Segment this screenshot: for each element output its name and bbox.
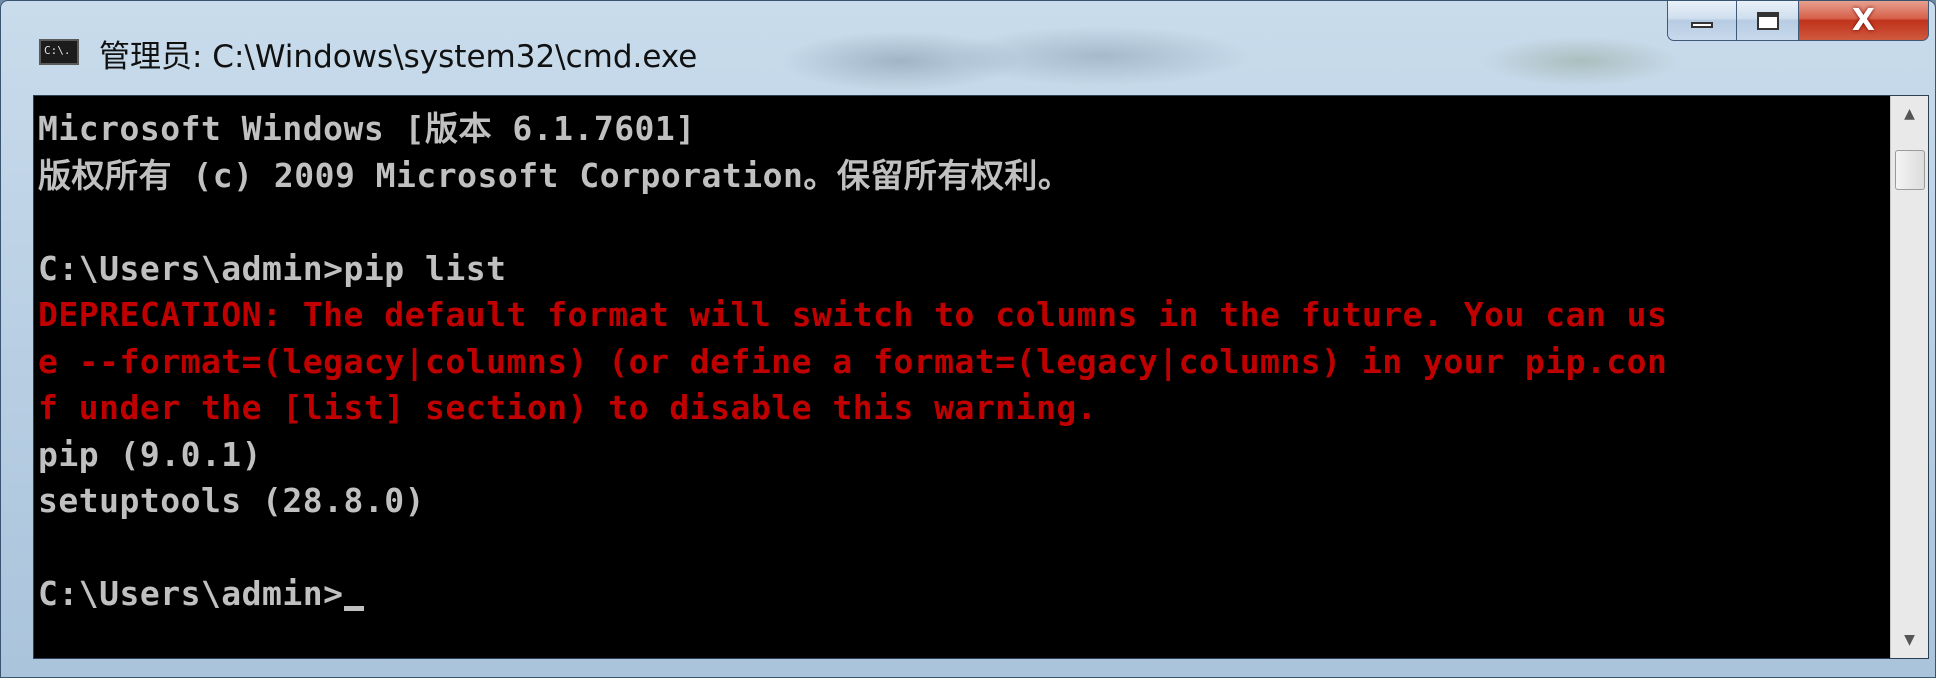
- title-bar[interactable]: C:\. 管理员: C:\Windows\system32\cmd.exe X: [1, 1, 1935, 95]
- maximize-button[interactable]: [1737, 1, 1799, 41]
- cmd-icon[interactable]: C:\.: [39, 39, 79, 65]
- console-line-text: C:\Users\admin>pip list: [38, 248, 507, 288]
- window-title: 管理员: C:\Windows\system32\cmd.exe: [99, 39, 698, 75]
- console-line: C:\Users\admin>: [38, 571, 1890, 618]
- cmd-window: C:\. 管理员: C:\Windows\system32\cmd.exe X …: [0, 0, 1936, 678]
- vertical-scrollbar[interactable]: ▲ ▼: [1890, 96, 1928, 658]
- console-line-text: C:\Users\admin>: [38, 574, 344, 613]
- console-line: f under the [list] section) to disable t…: [38, 385, 1890, 432]
- console-line-text: pip (9.0.1): [38, 434, 263, 474]
- close-button[interactable]: X: [1799, 1, 1929, 41]
- console-line: Microsoft Windows [版本 6.1.7601]: [38, 106, 1890, 153]
- scroll-down-button[interactable]: ▼: [1891, 622, 1928, 658]
- console-line: e --format=(legacy|columns) (or define a…: [38, 339, 1890, 386]
- caption-buttons: X: [1667, 1, 1929, 43]
- console-line-text: e --format=(legacy|columns) (or define a…: [38, 341, 1668, 381]
- console-line: C:\Users\admin>pip list: [38, 246, 1890, 293]
- scroll-up-button[interactable]: ▲: [1891, 96, 1928, 132]
- console-frame: Microsoft Windows [版本 6.1.7601] 版权所有 (c) …: [33, 95, 1929, 659]
- arrow-up-icon: ▲: [1904, 106, 1915, 122]
- close-icon: X: [1851, 3, 1876, 38]
- scrollbar-thumb[interactable]: [1895, 150, 1925, 190]
- arrow-down-icon: ▼: [1904, 632, 1915, 648]
- console-line-text: DEPRECATION: The default format will swi…: [38, 295, 1668, 334]
- minimize-icon: [1691, 21, 1713, 28]
- console-line-text: setuptools (28.8.0): [38, 481, 425, 520]
- console-line-text: Microsoft Windows [版本 6.1.7601]: [38, 109, 696, 148]
- console-line: pip (9.0.1): [38, 432, 1890, 479]
- minimize-button[interactable]: [1667, 1, 1737, 41]
- console-line-text: 版权所有 (c) 2009 Microsoft Corporation。保留所有…: [38, 155, 1072, 195]
- console-line-text: f under the [list] section) to disable t…: [38, 388, 1098, 427]
- console-line: 版权所有 (c) 2009 Microsoft Corporation。保留所有…: [38, 153, 1890, 200]
- console-line: DEPRECATION: The default format will swi…: [38, 292, 1890, 339]
- text-cursor: [343, 606, 364, 611]
- console-line: setuptools (28.8.0): [38, 478, 1890, 525]
- console-output[interactable]: Microsoft Windows [版本 6.1.7601] 版权所有 (c) …: [34, 96, 1890, 658]
- maximize-icon: [1756, 11, 1779, 30]
